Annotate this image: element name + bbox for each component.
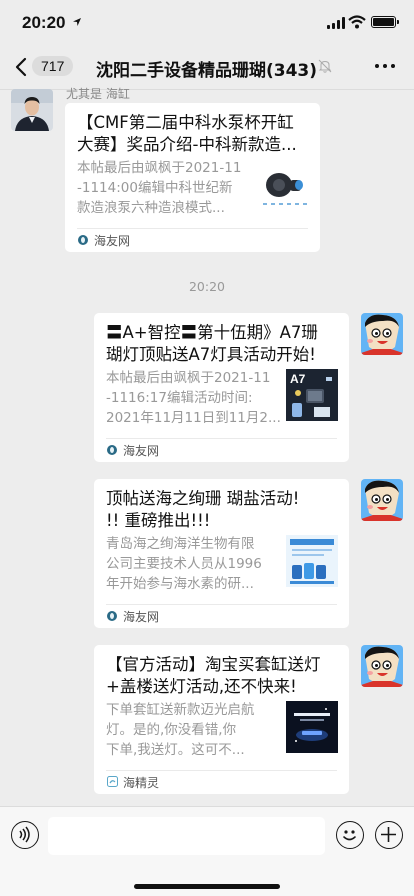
dark-promo-poster-image <box>286 701 338 753</box>
thumb-label: A7 <box>290 372 306 386</box>
mute-bell-icon <box>318 59 332 73</box>
more-options-icon[interactable] <box>374 64 396 70</box>
plus-icon <box>381 827 396 842</box>
link-card[interactable]: 〓A+智控〓第十伍期》A7珊 瑚灯顶贴送A7灯具活动开始! 本帖最后由飒枫于20… <box>94 313 349 462</box>
signal-icon <box>327 17 345 29</box>
smiley-icon <box>343 830 356 841</box>
card-divider <box>106 604 337 605</box>
back-chevron-icon[interactable] <box>12 56 32 78</box>
card-source: 海精灵 <box>123 776 160 790</box>
unread-count-badge[interactable]: 717 <box>32 56 74 76</box>
message-input[interactable] <box>48 817 325 855</box>
link-card[interactable]: 【CMF第二届中科水泵杯开缸 大赛】奖品介绍-中科新款造... 本帖最后由飒枫于… <box>65 103 320 252</box>
source-logo-icon <box>107 445 117 455</box>
sender-avatar[interactable] <box>11 89 53 131</box>
wifi-icon <box>348 15 366 29</box>
a7-lamp-product-image: A7 <box>286 369 338 421</box>
card-title: 〓A+智控〓第十伍期》A7珊 瑚灯顶贴送A7灯具活动开始! <box>106 323 318 364</box>
emoji-button[interactable] <box>336 821 364 849</box>
more-actions-button[interactable] <box>375 821 403 849</box>
card-description: 本帖最后由飒枫于2021-11 -1116:17编辑活动时间: 2021年11月… <box>106 370 281 426</box>
voice-wave-icon <box>19 826 30 843</box>
home-indicator <box>134 884 280 889</box>
battery-icon <box>371 16 399 28</box>
reef-salt-poster-image <box>286 535 338 587</box>
card-description: 下单套缸送新款迈光启航 灯。是的,你没看错,你 下单,我送灯。这可不... <box>106 702 255 758</box>
card-source: 海友网 <box>123 444 160 458</box>
card-description: 本帖最后由飒枫于2021-11 -1114:00编辑中科世纪新 款造浪泵六种造浪… <box>77 160 242 216</box>
my-avatar[interactable] <box>361 313 403 355</box>
source-logo-icon <box>107 611 117 621</box>
my-avatar[interactable] <box>361 645 403 687</box>
card-title: 【CMF第二届中科水泵杯开缸 大赛】奖品介绍-中科新款造... <box>77 113 297 154</box>
source-app-icon <box>107 776 118 787</box>
card-divider <box>106 438 337 439</box>
my-avatar[interactable] <box>361 479 403 521</box>
wave-pump-product-image <box>257 161 309 213</box>
chat-title: 沈阳二手设备精品珊瑚(343) <box>96 61 318 81</box>
time-separator: 20:20 <box>188 279 226 294</box>
status-time: 20:20 <box>22 13 66 32</box>
sender-name: 尤其是 海缸 <box>66 87 130 101</box>
card-divider <box>77 228 308 229</box>
card-title: 【官方活动】淘宝买套缸送灯 +盖楼送灯活动,还不快来! <box>106 655 321 696</box>
source-logo-icon <box>78 235 88 245</box>
location-arrow-icon <box>73 18 81 26</box>
voice-input-button[interactable] <box>11 821 39 849</box>
card-source: 海友网 <box>94 234 131 248</box>
status-bar: 20:20 <box>0 0 414 44</box>
input-bar <box>0 806 414 896</box>
chat-header: 717 沈阳二手设备精品珊瑚(343) <box>0 44 414 90</box>
link-card[interactable]: 【官方活动】淘宝买套缸送灯 +盖楼送灯活动,还不快来! 下单套缸送新款迈光启航 … <box>94 645 349 794</box>
card-title: 顶帖送海之绚珊 瑚盐活动! !! 重磅推出!!! <box>106 489 300 530</box>
card-divider <box>106 770 337 771</box>
link-card[interactable]: 顶帖送海之绚珊 瑚盐活动! !! 重磅推出!!! 青岛海之绚海洋生物有限 公司主… <box>94 479 349 628</box>
card-description: 青岛海之绚海洋生物有限 公司主要技术人员从1996 年开始参与海水素的研... <box>106 536 262 592</box>
card-source: 海友网 <box>123 610 160 624</box>
